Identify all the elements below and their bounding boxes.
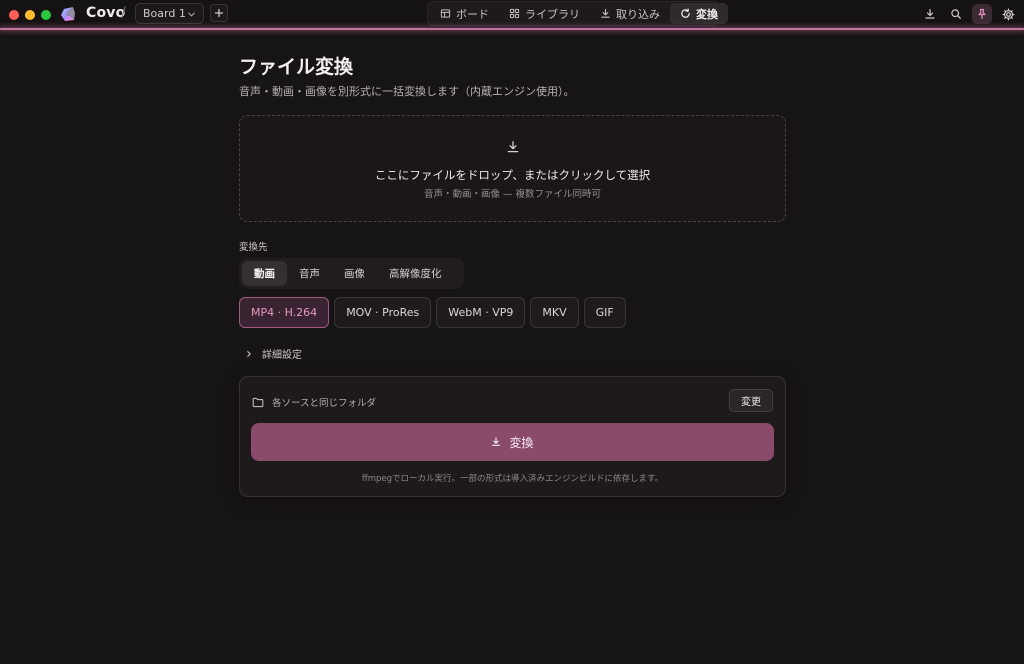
nav-tab-label: 取り込み — [616, 7, 660, 21]
board-icon — [440, 9, 451, 18]
nav-tab-import[interactable]: 取り込み — [590, 3, 670, 24]
change-folder-button[interactable]: 変更 — [729, 389, 773, 412]
tab-audio[interactable]: 音声 — [287, 261, 332, 286]
nav-tab-label: ボード — [456, 7, 489, 21]
download-icon — [925, 8, 935, 19]
format-mp4-button[interactable]: MP4 · H.264 — [239, 297, 330, 328]
nav-tab-convert[interactable]: 変換 — [670, 3, 728, 24]
download-icon — [492, 437, 501, 446]
grid-icon — [509, 8, 520, 19]
advanced-settings-toggle[interactable]: 詳細設定 — [245, 346, 302, 361]
gear-icon — [1001, 7, 1015, 21]
title-bar: Covo / Board 1 ボード ライブラリ 取り込み 変換 — [0, 0, 1024, 29]
plus-icon — [214, 8, 224, 18]
tab-upscale[interactable]: 高解像度化 — [377, 261, 454, 286]
pin-icon — [978, 8, 986, 20]
target-label: 変換先 — [239, 242, 268, 253]
minimize-window-button[interactable] — [25, 10, 35, 20]
chevron-down-icon — [188, 12, 195, 17]
output-folder: 各ソースと同じフォルダ — [252, 395, 376, 409]
page-subtitle: 音声・動画・画像を別形式に一括変換します（内蔵エンジン使用）。 — [239, 85, 575, 98]
dropzone-title: ここにファイルをドロップ、またはクリックして選択 — [374, 168, 651, 182]
breadcrumb-separator: / — [121, 5, 126, 21]
chevron-right-icon — [247, 350, 251, 357]
board-selector[interactable]: Board 1 — [135, 3, 204, 24]
dropzone-hint: 音声・動画・画像 — 複数ファイル同時可 — [423, 189, 602, 200]
accent-divider — [0, 28, 1024, 30]
window-controls — [9, 10, 51, 20]
advanced-settings-label: 詳細設定 — [262, 350, 302, 361]
nav-tab-label: ライブラリ — [525, 7, 580, 21]
convert-page: ファイル変換 音声・動画・画像を別形式に一括変換します（内蔵エンジン使用）。 こ… — [239, 52, 786, 497]
page-title: ファイル変換 — [239, 56, 354, 78]
category-tabs: 動画 音声 画像 高解像度化 — [239, 258, 464, 289]
search-icon — [951, 9, 961, 19]
app-logo-icon — [61, 7, 75, 21]
import-icon — [601, 8, 610, 18]
folder-icon — [252, 397, 264, 407]
tab-video[interactable]: 動画 — [242, 261, 287, 286]
output-folder-label: 各ソースと同じフォルダ — [272, 398, 377, 409]
download-button[interactable] — [920, 4, 940, 24]
settings-button[interactable] — [998, 4, 1018, 24]
search-button[interactable] — [946, 4, 966, 24]
pin-button[interactable] — [972, 4, 992, 24]
file-dropzone[interactable]: ここにファイルをドロップ、またはクリックして選択 音声・動画・画像 — 複数ファ… — [239, 115, 786, 222]
nav-tab-label: 変換 — [696, 7, 718, 21]
nav-tab-library[interactable]: ライブラリ — [499, 3, 590, 24]
main-nav: ボード ライブラリ 取り込み 変換 — [427, 1, 728, 26]
add-board-button[interactable] — [210, 4, 228, 22]
convert-button-label: 変換 — [509, 435, 534, 450]
format-gif-button[interactable]: GIF — [583, 297, 626, 328]
format-mkv-button[interactable]: MKV — [530, 297, 579, 328]
zoom-window-button[interactable] — [41, 10, 51, 20]
output-panel: 各ソースと同じフォルダ 変更 変換 ffmpegでローカル実行。一部の形式は導入… — [239, 376, 786, 497]
format-mov-button[interactable]: MOV · ProRes — [334, 297, 432, 328]
format-options: MP4 · H.264 MOV · ProRes WebM · VP9 MKV … — [239, 297, 626, 328]
app-name: Covo — [86, 5, 126, 21]
format-webm-button[interactable]: WebM · VP9 — [436, 297, 526, 328]
download-icon — [507, 141, 519, 153]
close-window-button[interactable] — [9, 10, 19, 20]
tab-image[interactable]: 画像 — [332, 261, 377, 286]
board-selector-value: Board 1 — [143, 7, 186, 20]
engine-footnote: ffmpegでローカル実行。一部の形式は導入済みエンジンビルドに依存します。 — [361, 474, 664, 484]
refresh-icon — [681, 8, 690, 18]
convert-button[interactable]: 変換 — [251, 423, 774, 461]
nav-tab-board[interactable]: ボード — [430, 3, 499, 24]
